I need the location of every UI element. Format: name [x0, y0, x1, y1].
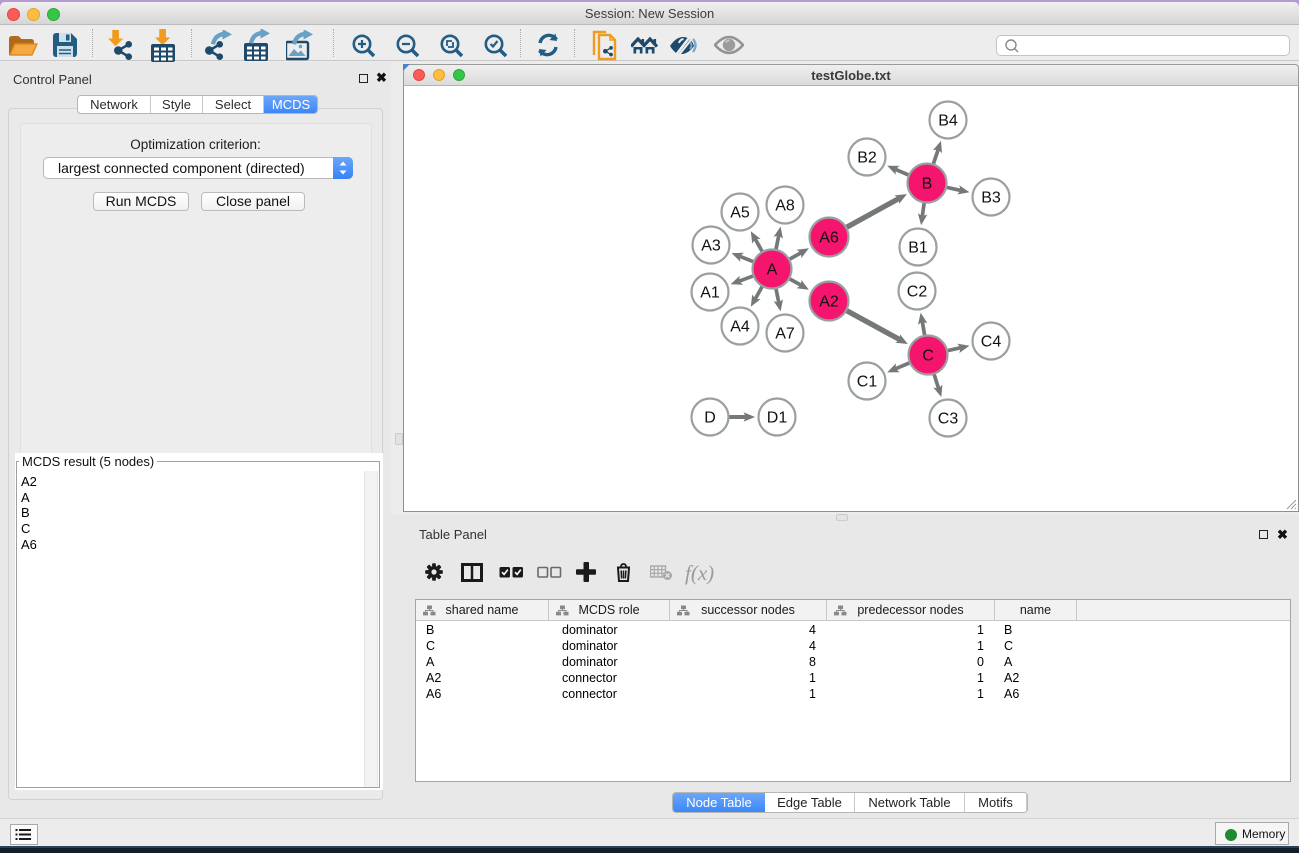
svg-text:C: C [922, 348, 934, 365]
svg-text:A4: A4 [730, 319, 750, 336]
svg-text:C3: C3 [938, 411, 959, 428]
svg-text:A7: A7 [775, 326, 795, 343]
svg-text:B: B [922, 176, 933, 193]
svg-text:A3: A3 [701, 238, 721, 255]
svg-text:C4: C4 [981, 334, 1002, 351]
svg-text:A8: A8 [775, 198, 795, 215]
svg-text:A1: A1 [700, 285, 720, 302]
svg-text:B1: B1 [908, 240, 928, 257]
svg-text:B3: B3 [981, 190, 1001, 207]
svg-text:D1: D1 [767, 410, 788, 427]
svg-text:B4: B4 [938, 113, 958, 130]
svg-text:B2: B2 [857, 150, 877, 167]
svg-text:C1: C1 [857, 374, 878, 391]
svg-text:A6: A6 [819, 230, 839, 247]
svg-text:A: A [767, 262, 778, 279]
svg-text:C2: C2 [907, 284, 928, 301]
svg-text:A2: A2 [819, 294, 839, 311]
svg-text:D: D [704, 410, 716, 427]
svg-text:A5: A5 [730, 205, 750, 222]
